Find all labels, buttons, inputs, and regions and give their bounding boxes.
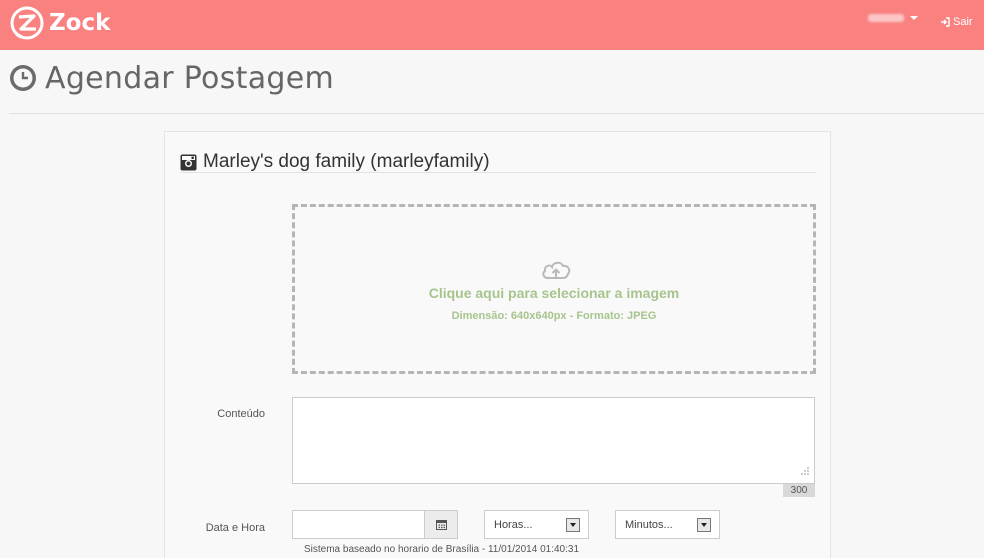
datetime-label: Data e Hora	[205, 522, 265, 534]
user-menu-dropdown[interactable]	[868, 14, 918, 22]
upload-requirements: Dimensão: 640x640px - Formato: JPEG	[451, 310, 657, 322]
minutes-select-value: Minutos...	[625, 518, 673, 531]
caret-down-icon	[910, 16, 918, 20]
hours-select[interactable]: Horas...	[484, 510, 589, 539]
logout-label: Sair	[953, 16, 973, 28]
chevron-down-icon	[566, 518, 580, 532]
account-name: Marley's dog family (marleyfamily)	[203, 151, 490, 172]
top-navbar: Zock Sair	[0, 0, 984, 50]
logout-link[interactable]: Sair	[940, 16, 973, 28]
sign-out-icon	[941, 17, 950, 27]
account-header: Marley's dog family (marleyfamily)	[180, 150, 816, 174]
username-redacted	[868, 14, 904, 22]
upload-title: Clique aqui para selecionar a imagem	[428, 285, 680, 301]
brand-logo[interactable]: Zock	[10, 5, 110, 41]
date-input[interactable]	[292, 510, 425, 539]
cloud-upload-icon	[542, 261, 571, 279]
content-label: Conteúdo	[217, 408, 265, 420]
hours-select-value: Horas...	[494, 518, 533, 531]
brand-name: Zock	[49, 10, 111, 36]
page-title: Agendar Postagem	[45, 60, 335, 96]
instagram-icon	[180, 154, 197, 170]
content-textarea[interactable]	[292, 397, 815, 484]
minutes-select[interactable]: Minutos...	[615, 510, 720, 539]
account-divider	[180, 172, 816, 173]
chevron-down-icon	[697, 518, 711, 532]
page-header: Agendar Postagem	[9, 58, 334, 98]
image-upload-dropzone[interactable]: Clique aqui para selecionar a imagem Dim…	[292, 204, 816, 374]
schedule-post-panel: Marley's dog family (marleyfamily) Cliqu…	[164, 131, 831, 558]
clock-icon	[10, 65, 36, 91]
title-divider	[9, 113, 984, 114]
timezone-note: Sistema baseado no horario de Brasília -…	[304, 544, 579, 555]
calendar-button[interactable]	[425, 510, 458, 539]
zock-logo-icon	[10, 6, 44, 40]
resize-grip-icon[interactable]	[798, 465, 810, 477]
char-counter-badge: 300	[783, 484, 815, 497]
calendar-icon	[435, 520, 447, 530]
